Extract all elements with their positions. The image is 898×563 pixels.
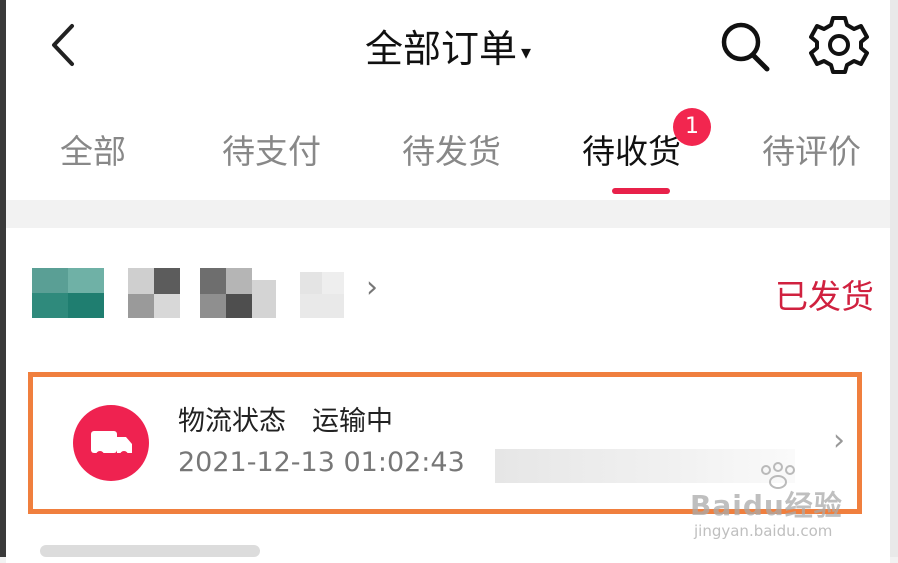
order-status-label: 已发货: [775, 277, 874, 316]
active-tab-indicator: [612, 188, 670, 194]
chevron-right-icon: ›: [833, 423, 845, 458]
logistics-label: 物流状态: [178, 406, 286, 437]
watermark-url: jingyan.baidu.com: [694, 522, 833, 540]
order-status-tabs: 全部 待支付 待发货 待收货 1 待评价: [6, 95, 890, 200]
shop-row: › 已发货: [6, 228, 890, 348]
truck-icon: [91, 431, 132, 459]
watermark-brand: Baidu经验: [690, 489, 843, 522]
tab-pending-shipment[interactable]: 待发货: [402, 125, 501, 173]
top-bar: 全部订单 ▾: [6, 0, 890, 95]
page-title: 全部订单: [364, 27, 517, 71]
logistics-state: 运输中: [312, 406, 393, 437]
next-card-edge: [40, 545, 260, 557]
shop-name[interactable]: [128, 268, 348, 318]
baidu-jingyan-watermark: Baidu经验 jingyan.baidu.com: [690, 462, 860, 552]
chevron-right-icon[interactable]: ›: [366, 270, 378, 305]
tab-pending-review[interactable]: 待评价: [762, 125, 861, 173]
shop-logo: [32, 268, 104, 318]
gear-icon: [809, 16, 869, 74]
settings-button[interactable]: [806, 14, 872, 76]
search-button[interactable]: [714, 18, 776, 74]
chevron-down-icon: ▾: [520, 39, 532, 64]
tab-badge-count: 1: [673, 108, 711, 146]
logistics-title: 物流状态 运输中: [178, 399, 393, 438]
tab-pending-receipt[interactable]: 待收货: [582, 125, 681, 173]
window-edge-right: [890, 0, 898, 557]
tab-pending-payment[interactable]: 待支付: [222, 125, 321, 173]
truck-icon-badge: [73, 405, 149, 481]
tab-all[interactable]: 全部: [60, 125, 126, 173]
search-icon: [721, 22, 770, 72]
logistics-timestamp: 2021-12-13 01:02:43: [178, 447, 465, 478]
